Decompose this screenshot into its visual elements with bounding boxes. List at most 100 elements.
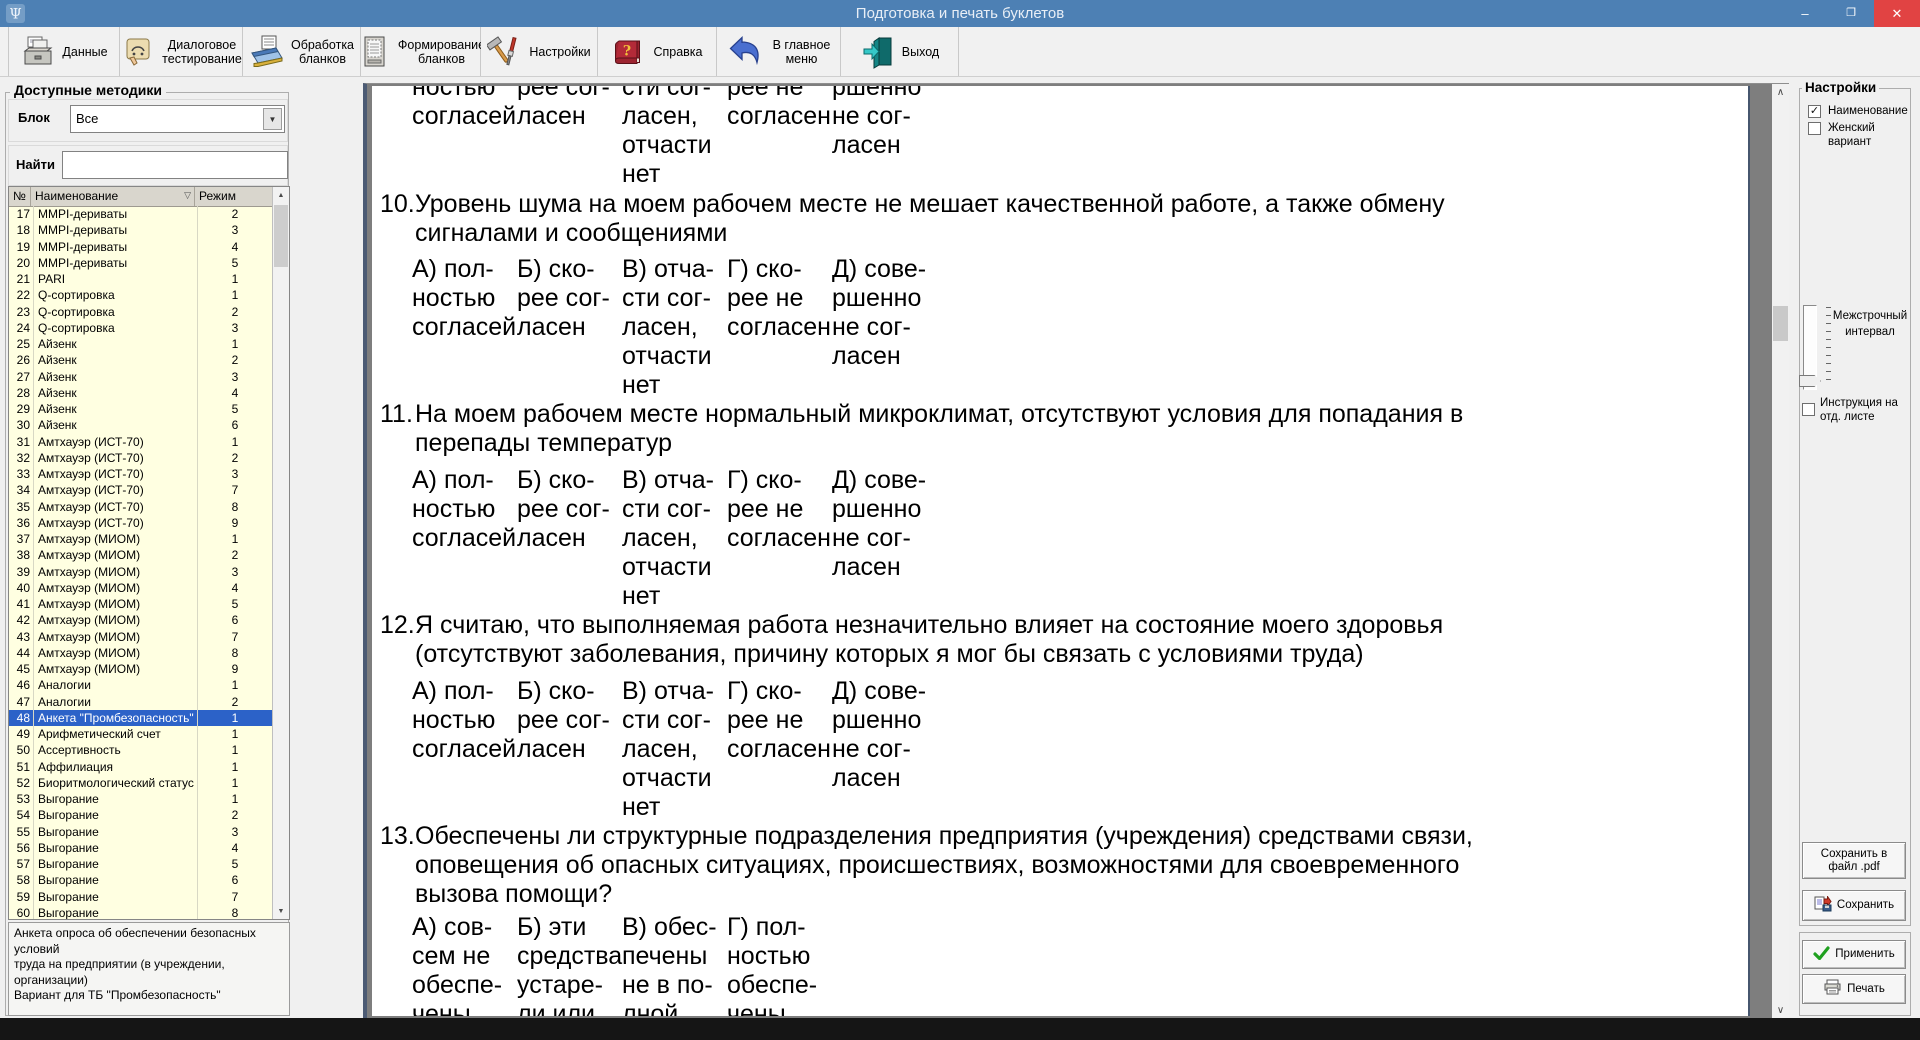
- table-row[interactable]: 48Анкета "Промбезопасность"1: [9, 710, 272, 726]
- table-row[interactable]: 46Аналогии1: [9, 677, 272, 693]
- scroll-down-icon[interactable]: ▼: [273, 903, 289, 919]
- table-row[interactable]: 23Q-сортировка2: [9, 304, 272, 320]
- table-row[interactable]: 31Амтхауэр (ИСТ-70)1: [9, 434, 272, 450]
- save-button[interactable]: Сохранить: [1802, 890, 1906, 921]
- table-row[interactable]: 38Амтхауэр (МИОМ)2: [9, 547, 272, 563]
- chevron-down-icon[interactable]: ▼: [263, 108, 282, 130]
- table-row[interactable]: 57Выгорание5: [9, 856, 272, 872]
- toolbar-button-exit[interactable]: Выход: [841, 27, 959, 76]
- toolbar-button-label: Справка: [653, 45, 702, 59]
- table-row[interactable]: 22Q-сортировка1: [9, 287, 272, 303]
- table-row[interactable]: 54Выгорание2: [9, 807, 272, 823]
- block-combobox[interactable]: Все ▼: [70, 105, 285, 133]
- save-pdf-button[interactable]: Сохранить в файл .pdf: [1802, 842, 1906, 879]
- scroll-down-icon[interactable]: ∨: [1772, 1002, 1789, 1018]
- cell-mode: 9: [198, 515, 272, 531]
- table-scrollbar-thumb[interactable]: [274, 205, 288, 267]
- table-row[interactable]: 58Выгорание6: [9, 872, 272, 888]
- table-row[interactable]: 19MMPI-дериваты4: [9, 239, 272, 255]
- maximize-button[interactable]: ❐: [1828, 0, 1874, 27]
- cell-name: Амтхауэр (МИОМ): [34, 612, 198, 628]
- cell-number: 51: [9, 759, 34, 775]
- table-row[interactable]: 32Амтхауэр (ИСТ-70)2: [9, 450, 272, 466]
- table-row[interactable]: 21PARI1: [9, 271, 272, 287]
- table-row[interactable]: 41Амтхауэр (МИОМ)5: [9, 596, 272, 612]
- table-row[interactable]: 51Аффилиация1: [9, 759, 272, 775]
- cell-name: Аналогии: [34, 694, 198, 710]
- scroll-up-icon[interactable]: ▲: [273, 187, 289, 203]
- table-row[interactable]: 55Выгорание3: [9, 824, 272, 840]
- table-row[interactable]: 47Аналогии2: [9, 694, 272, 710]
- print-button-label: Печать: [1847, 983, 1885, 996]
- table-row[interactable]: 24Q-сортировка3: [9, 320, 272, 336]
- table-row[interactable]: 17MMPI-дериваты2: [9, 206, 272, 222]
- printer-icon: [1823, 979, 1842, 999]
- toolbar-button-main-menu[interactable]: В главное меню: [717, 27, 841, 76]
- table-row[interactable]: 20MMPI-дериваты5: [9, 255, 272, 271]
- preview-scrollbar-thumb[interactable]: [1773, 306, 1788, 341]
- column-header-name[interactable]: Наименование▽: [31, 187, 195, 206]
- cell-mode: 4: [198, 580, 272, 596]
- table-row[interactable]: 59Выгорание7: [9, 889, 272, 905]
- answer-option-column: А) пол- ностью согласей: [412, 677, 516, 764]
- table-row[interactable]: 37Амтхауэр (МИОМ)1: [9, 531, 272, 547]
- toolbar-button-settings[interactable]: Настройки: [481, 27, 598, 76]
- table-row[interactable]: 29Айзенк5: [9, 401, 272, 417]
- table-row[interactable]: 33Амтхауэр (ИСТ-70)3: [9, 466, 272, 482]
- preview-scrollbar[interactable]: ∧ ∨: [1772, 84, 1789, 1018]
- table-row[interactable]: 39Амтхауэр (МИОМ)3: [9, 564, 272, 580]
- table-row[interactable]: 50Ассертивность1: [9, 742, 272, 758]
- table-row[interactable]: 56Выгорание4: [9, 840, 272, 856]
- cell-mode: 2: [198, 694, 272, 710]
- scroll-up-icon[interactable]: ∧: [1772, 84, 1789, 100]
- close-button[interactable]: ✕: [1874, 0, 1920, 27]
- table-row[interactable]: 36Амтхауэр (ИСТ-70)9: [9, 515, 272, 531]
- table-row[interactable]: 40Амтхауэр (МИОМ)4: [9, 580, 272, 596]
- cell-number: 43: [9, 629, 34, 645]
- table-row[interactable]: 42Амтхауэр (МИОМ)6: [9, 612, 272, 628]
- answer-option-column: Б) ско- рее сог- ласен: [517, 677, 610, 764]
- table-row[interactable]: 28Айзенк4: [9, 385, 272, 401]
- cell-number: 36: [9, 515, 34, 531]
- cell-number: 49: [9, 726, 34, 742]
- instruction-separate-sheet-checkbox[interactable]: [1802, 403, 1815, 416]
- table-row[interactable]: 26Айзенк2: [9, 352, 272, 368]
- table-row[interactable]: 30Айзенк6: [9, 417, 272, 433]
- table-row[interactable]: 53Выгорание1: [9, 791, 272, 807]
- table-row[interactable]: 35Амтхауэр (ИСТ-70)8: [9, 499, 272, 515]
- table-row[interactable]: 49Арифметический счет1: [9, 726, 272, 742]
- table-row[interactable]: 25Айзенк1: [9, 336, 272, 352]
- table-row[interactable]: 45Амтхауэр (МИОМ)9: [9, 661, 272, 677]
- print-button[interactable]: Печать: [1802, 974, 1906, 1004]
- toolbar-button-dialog-testing[interactable]: Диалоговое тестирование: [120, 27, 243, 76]
- minimize-button[interactable]: –: [1782, 0, 1828, 27]
- table-scrollbar[interactable]: ▲ ▼: [272, 187, 289, 919]
- checkbox-female-variant[interactable]: [1808, 122, 1821, 135]
- search-input[interactable]: [62, 151, 288, 179]
- table-row[interactable]: 43Амтхауэр (МИОМ)7: [9, 629, 272, 645]
- table-row[interactable]: 44Амтхауэр (МИОМ)8: [9, 645, 272, 661]
- toolbar-button-generate-blanks[interactable]: Формирование бланков: [361, 27, 481, 76]
- apply-button[interactable]: Применить: [1802, 940, 1906, 969]
- cell-number: 45: [9, 661, 34, 677]
- cell-mode: 7: [198, 629, 272, 645]
- cell-number: 57: [9, 856, 34, 872]
- cell-mode: 5: [198, 255, 272, 271]
- table-row[interactable]: 18MMPI-дериваты3: [9, 222, 272, 238]
- toolbar-button-process-blanks[interactable]: Обработка бланков: [243, 27, 361, 76]
- table-row[interactable]: 34Амтхауэр (ИСТ-70)7: [9, 482, 272, 498]
- checkbox-naming[interactable]: ✓: [1808, 105, 1821, 118]
- cell-name: Айзенк: [34, 385, 198, 401]
- toolbar-button-data[interactable]: Данные: [8, 27, 120, 76]
- column-header-number[interactable]: №: [9, 187, 31, 206]
- cell-number: 24: [9, 320, 34, 336]
- table-row[interactable]: 52Биоритмологический статус1: [9, 775, 272, 791]
- toolbar-button-help[interactable]: ?Справка: [598, 27, 717, 76]
- table-row[interactable]: 27Айзенк3: [9, 369, 272, 385]
- table-row[interactable]: 60Выгорание8: [9, 905, 272, 919]
- answer-option-column: В) отча- сти сог- ласен, отчасти нет: [622, 255, 714, 400]
- cell-mode: 6: [198, 417, 272, 433]
- cell-mode: 8: [198, 499, 272, 515]
- cell-number: 56: [9, 840, 34, 856]
- cell-name: Выгорание: [34, 807, 198, 823]
